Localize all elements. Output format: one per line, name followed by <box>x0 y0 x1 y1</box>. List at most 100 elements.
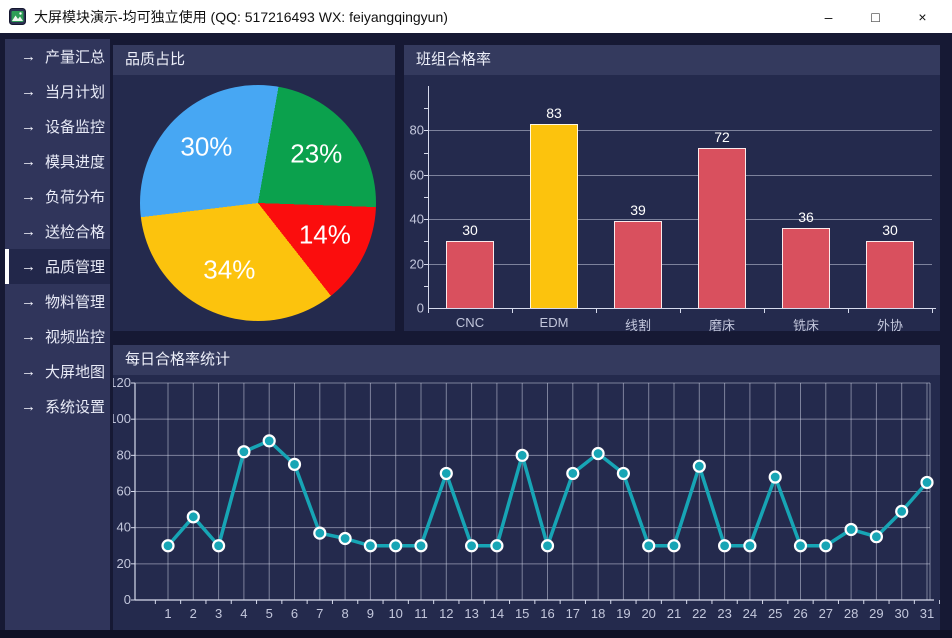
data-point-14[interactable] <box>491 540 502 551</box>
bar-CNC[interactable] <box>446 241 494 308</box>
line-chart-svg[interactable]: 0204060801001201234567891011121314151617… <box>113 375 940 630</box>
bar-磨床[interactable] <box>698 148 746 308</box>
data-point-4[interactable] <box>238 446 249 457</box>
bar-value-label: 36 <box>798 209 814 225</box>
titlebar[interactable]: 大屏模块演示-均可独立使用 (QQ: 517216493 WX: feiyang… <box>0 0 952 33</box>
sidebar-item-1[interactable]: →产量汇总 <box>5 39 110 74</box>
x-axis-label: 1 <box>164 606 171 621</box>
y-axis-label: 60 <box>117 484 131 499</box>
data-point-12[interactable] <box>441 468 452 479</box>
x-axis-label: 9 <box>367 606 374 621</box>
data-point-13[interactable] <box>466 540 477 551</box>
y-axis-label: 60 <box>404 167 424 182</box>
data-point-27[interactable] <box>820 540 831 551</box>
sidebar-item-11[interactable]: →系统设置 <box>5 389 110 424</box>
bar-外协[interactable] <box>866 241 914 308</box>
data-point-19[interactable] <box>618 468 629 479</box>
bar-chart-area[interactable]: 02040608030CNC83EDM39线割72磨床36铣床30外协 <box>404 75 940 331</box>
y-axis-line <box>428 86 429 308</box>
sidebar-item-label: 当月计划 <box>45 81 105 102</box>
x-axis-label: 24 <box>743 606 757 621</box>
data-point-15[interactable] <box>517 450 528 461</box>
sidebar-item-10[interactable]: →大屏地图 <box>5 354 110 389</box>
x-axis-label: 31 <box>920 606 934 621</box>
data-point-9[interactable] <box>365 540 376 551</box>
y-axis-label: 40 <box>404 212 424 227</box>
data-point-2[interactable] <box>188 511 199 522</box>
data-point-7[interactable] <box>314 528 325 539</box>
data-point-1[interactable] <box>163 540 174 551</box>
sidebar-item-label: 负荷分布 <box>45 186 105 207</box>
data-point-26[interactable] <box>795 540 806 551</box>
sidebar-item-8[interactable]: →物料管理 <box>5 284 110 319</box>
maximize-button[interactable]: □ <box>852 0 899 33</box>
x-axis-label: CNC <box>456 315 484 330</box>
data-point-22[interactable] <box>694 461 705 472</box>
line-panel: 每日合格率统计 02040608010012012345678910111213… <box>113 345 940 630</box>
arrow-icon: → <box>21 258 36 275</box>
x-axis-tick <box>764 309 765 313</box>
data-point-18[interactable] <box>593 448 604 459</box>
pie-chart[interactable] <box>140 85 376 321</box>
line-chart-area[interactable]: 0204060801001201234567891011121314151617… <box>113 375 940 630</box>
data-point-3[interactable] <box>213 540 224 551</box>
x-axis-label: 21 <box>667 606 681 621</box>
sidebar-item-9[interactable]: →视频监控 <box>5 319 110 354</box>
data-point-25[interactable] <box>770 472 781 483</box>
sidebar-item-4[interactable]: →模具进度 <box>5 144 110 179</box>
sidebar-item-label: 大屏地图 <box>45 361 105 382</box>
data-point-30[interactable] <box>896 506 907 517</box>
data-point-16[interactable] <box>542 540 553 551</box>
data-point-8[interactable] <box>340 533 351 544</box>
picture-icon <box>9 8 26 25</box>
data-point-10[interactable] <box>390 540 401 551</box>
x-axis-tick <box>932 309 933 313</box>
data-point-11[interactable] <box>416 540 427 551</box>
x-axis-label: 27 <box>819 606 833 621</box>
bar-value-label: 83 <box>546 105 562 121</box>
data-point-23[interactable] <box>719 540 730 551</box>
data-point-31[interactable] <box>922 477 933 488</box>
arrow-icon: → <box>21 83 36 100</box>
pie-panel-title: 品质占比 <box>125 51 185 68</box>
minimize-button[interactable]: – <box>805 0 852 33</box>
x-axis-label: 13 <box>464 606 478 621</box>
arrow-icon: → <box>21 118 36 135</box>
app-window: 大屏模块演示-均可独立使用 (QQ: 517216493 WX: feiyang… <box>0 0 952 638</box>
x-axis-label: 29 <box>869 606 883 621</box>
data-point-21[interactable] <box>669 540 680 551</box>
data-point-5[interactable] <box>264 435 275 446</box>
sidebar-item-6[interactable]: →送检合格 <box>5 214 110 249</box>
sidebar-item-3[interactable]: →设备监控 <box>5 109 110 144</box>
sidebar: →产量汇总→当月计划→设备监控→模具进度→负荷分布→送检合格→品质管理→物料管理… <box>5 39 110 630</box>
bar-线割[interactable] <box>614 221 662 308</box>
sidebar-item-2[interactable]: → 当月计划 <box>5 74 110 109</box>
close-button[interactable]: × <box>899 0 946 33</box>
data-point-24[interactable] <box>744 540 755 551</box>
data-point-17[interactable] <box>567 468 578 479</box>
x-axis-label: 14 <box>490 606 504 621</box>
data-point-28[interactable] <box>846 524 857 535</box>
x-axis-label: 7 <box>316 606 323 621</box>
sidebar-item-7[interactable]: →品质管理 <box>5 249 110 284</box>
bar-panel-title: 班组合格率 <box>416 51 491 68</box>
x-axis-label: 磨床 <box>709 315 735 334</box>
x-axis-label: 19 <box>616 606 630 621</box>
x-axis-tick <box>512 309 513 313</box>
data-point-29[interactable] <box>871 531 882 542</box>
window-bottom-border <box>0 630 952 638</box>
x-axis-label: EDM <box>540 315 569 330</box>
data-point-6[interactable] <box>289 459 300 470</box>
x-axis-label: 4 <box>240 606 247 621</box>
gridline <box>428 175 932 176</box>
y-axis-label: 40 <box>117 520 131 535</box>
bar-铣床[interactable] <box>782 228 830 308</box>
bar-value-label: 30 <box>882 222 898 238</box>
y-axis-label: 80 <box>117 447 131 462</box>
window-controls: – □ × <box>805 0 946 33</box>
x-axis-label: 16 <box>540 606 554 621</box>
x-axis-line <box>428 308 936 309</box>
bar-EDM[interactable] <box>530 124 578 308</box>
sidebar-item-5[interactable]: →负荷分布 <box>5 179 110 214</box>
data-point-20[interactable] <box>643 540 654 551</box>
